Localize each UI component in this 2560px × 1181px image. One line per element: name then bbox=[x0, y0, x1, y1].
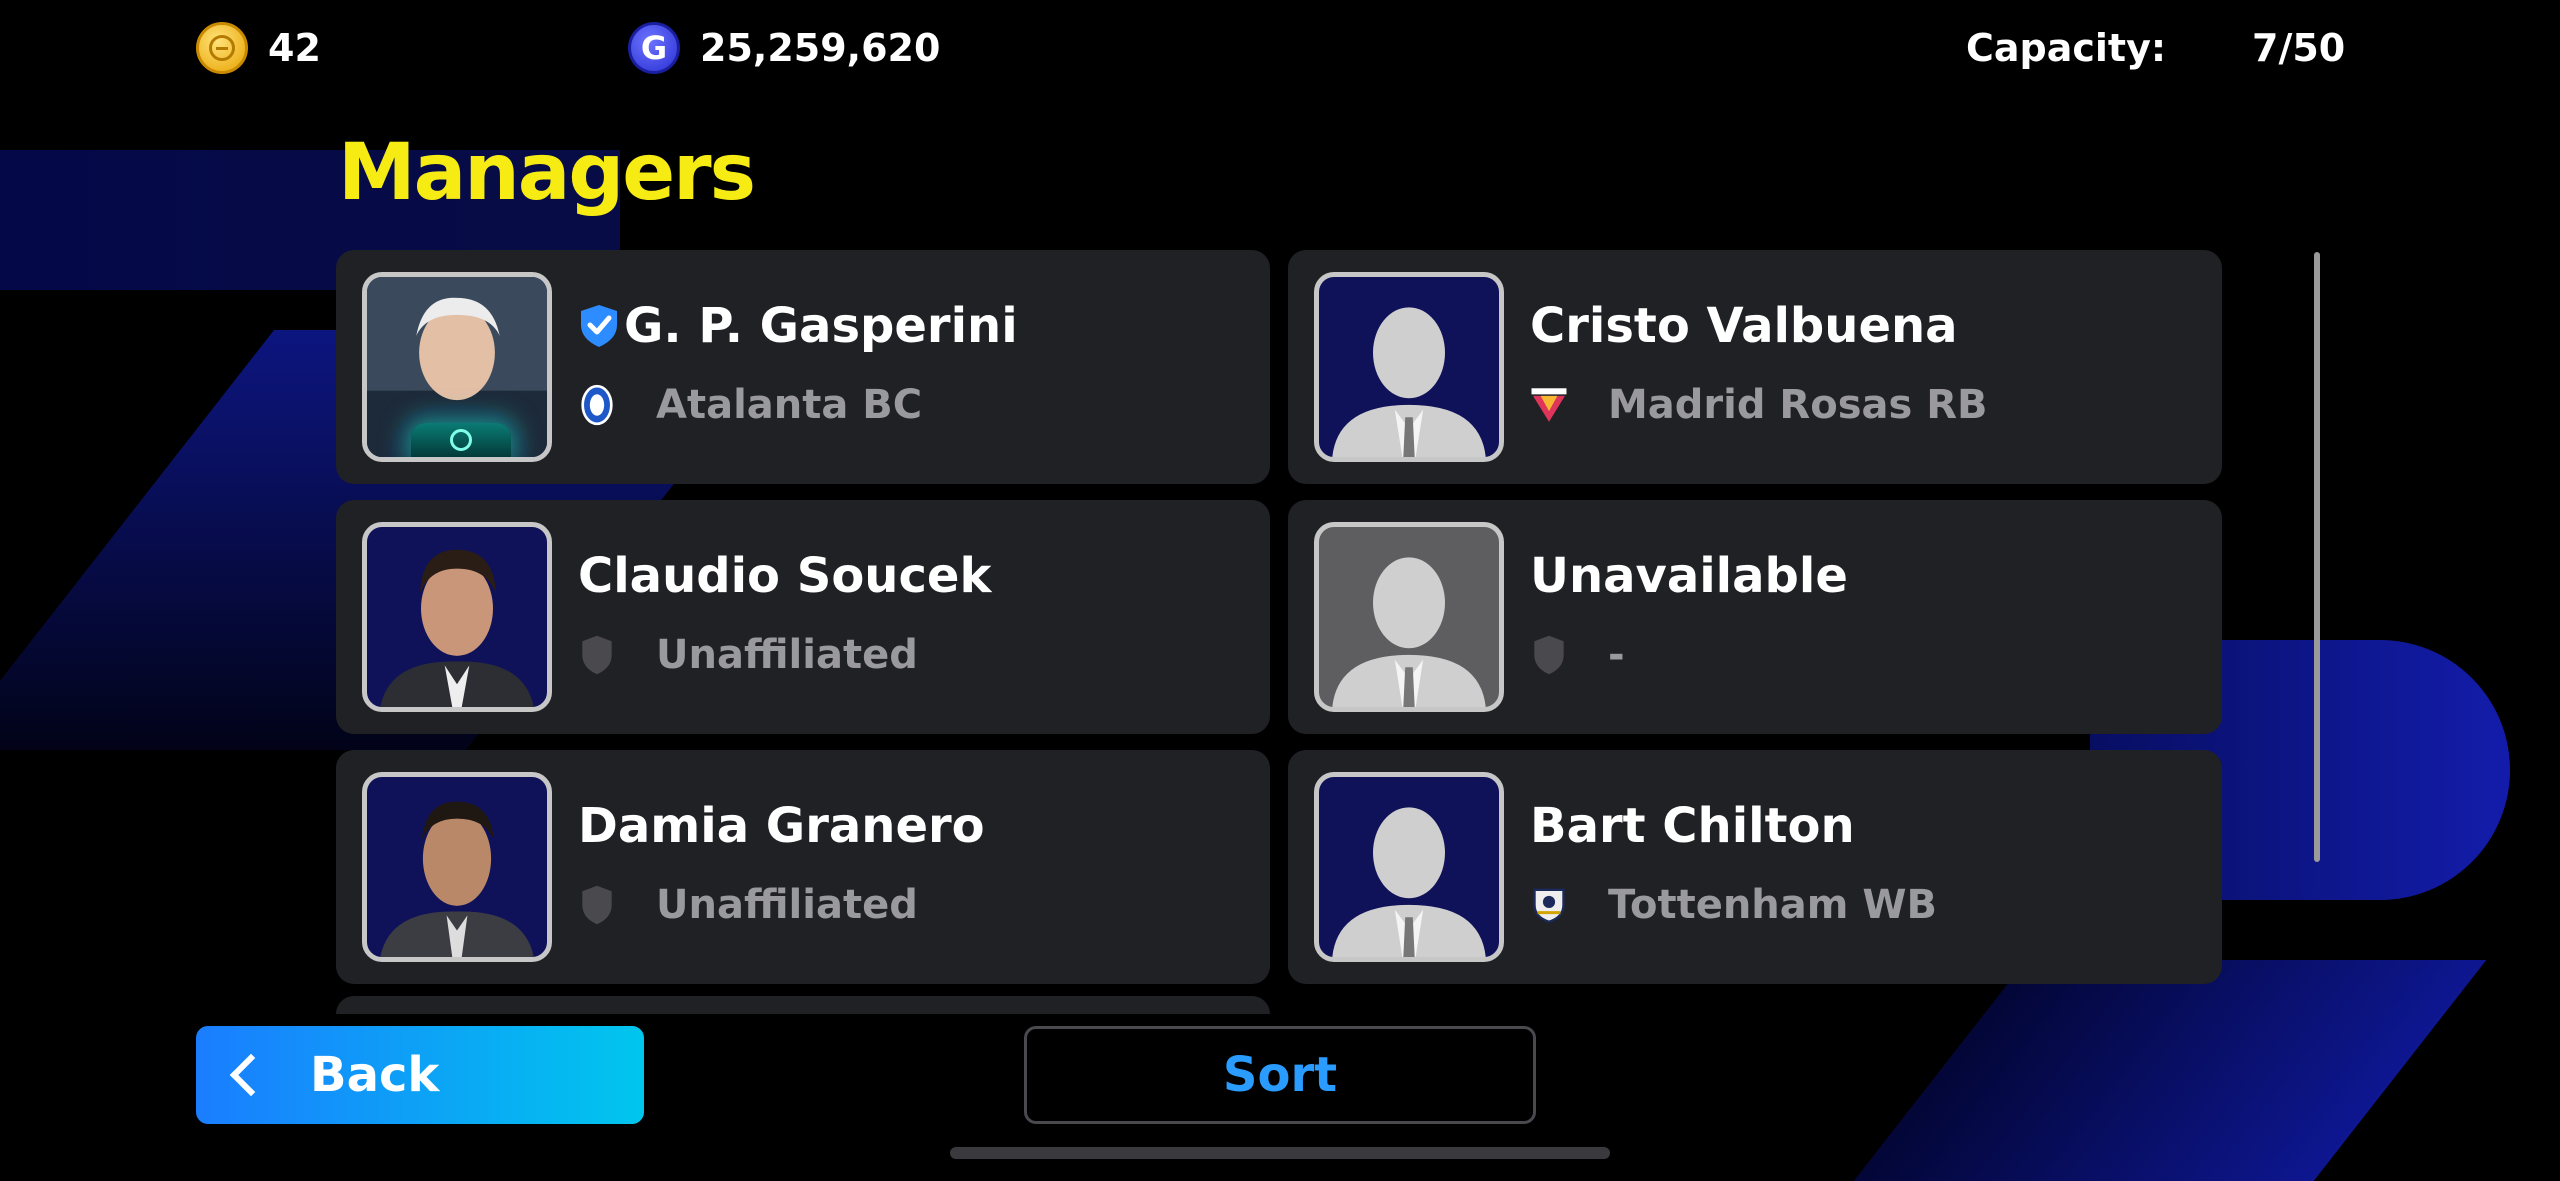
manager-club: Unaffiliated bbox=[578, 626, 918, 684]
manager-club: Tottenham WB bbox=[1530, 876, 1937, 934]
manager-portrait bbox=[1314, 772, 1504, 962]
tottenham-crest-icon bbox=[1530, 881, 1568, 929]
manager-card[interactable]: Cristo Valbuena Madrid Rosas RB bbox=[1288, 250, 2222, 484]
gp-coin-icon: G bbox=[628, 22, 680, 74]
empty-shield-icon bbox=[1530, 631, 1568, 679]
manager-portrait bbox=[362, 772, 552, 962]
manager-club: - bbox=[1530, 626, 1625, 684]
manager-card[interactable]: Bart Chilton Tottenham WB bbox=[1288, 750, 2222, 984]
manager-club: Atalanta BC bbox=[578, 376, 922, 434]
page-title: Managers bbox=[338, 128, 756, 218]
capacity-value: 7/50 bbox=[2252, 26, 2346, 70]
chevron-left-icon bbox=[229, 1053, 273, 1097]
coins-counter[interactable]: 42 bbox=[196, 22, 321, 74]
home-indicator[interactable] bbox=[950, 1147, 1610, 1159]
manager-card[interactable]: Unavailable - bbox=[1288, 500, 2222, 734]
manager-portrait bbox=[362, 272, 552, 462]
capacity-label: Capacity: bbox=[1966, 26, 2167, 70]
manager-name: Claudio Soucek bbox=[578, 548, 992, 604]
coins-value: 42 bbox=[268, 26, 321, 70]
back-button[interactable]: Back bbox=[196, 1026, 644, 1124]
manager-club: Madrid Rosas RB bbox=[1530, 376, 1988, 434]
manager-card[interactable]: G. P. Gasperini Atalanta BC bbox=[336, 250, 1270, 484]
manager-portrait bbox=[1314, 522, 1504, 712]
empty-shield-icon bbox=[578, 631, 616, 679]
empty-shield-icon bbox=[578, 881, 616, 929]
manager-name: G. P. Gasperini bbox=[578, 298, 1018, 354]
manager-name: Bart Chilton bbox=[1530, 798, 1855, 854]
manager-card[interactable]: Claudio Soucek Unaffiliated bbox=[336, 500, 1270, 734]
sort-button[interactable]: Sort bbox=[1024, 1026, 1536, 1124]
manager-name: Unavailable bbox=[1530, 548, 1848, 604]
manager-portrait bbox=[362, 522, 552, 712]
manager-name: Cristo Valbuena bbox=[1530, 298, 1958, 354]
scrollbar[interactable] bbox=[2314, 252, 2320, 862]
manager-portrait bbox=[1314, 272, 1504, 462]
manager-club: Unaffiliated bbox=[578, 876, 918, 934]
gp-value: 25,259,620 bbox=[700, 26, 941, 70]
manager-card[interactable]: Damia Granero Unaffiliated bbox=[336, 750, 1270, 984]
manager-card-partial[interactable] bbox=[336, 996, 1270, 1014]
madrid-rosas-crest-icon bbox=[1530, 381, 1568, 429]
atalanta-crest-icon bbox=[578, 381, 616, 429]
verified-shield-icon bbox=[581, 305, 617, 347]
manager-name: Damia Granero bbox=[578, 798, 985, 854]
gp-counter[interactable]: G 25,259,620 bbox=[628, 22, 940, 74]
efootball-coin-icon bbox=[196, 22, 248, 74]
edit-tag-icon bbox=[411, 423, 511, 457]
